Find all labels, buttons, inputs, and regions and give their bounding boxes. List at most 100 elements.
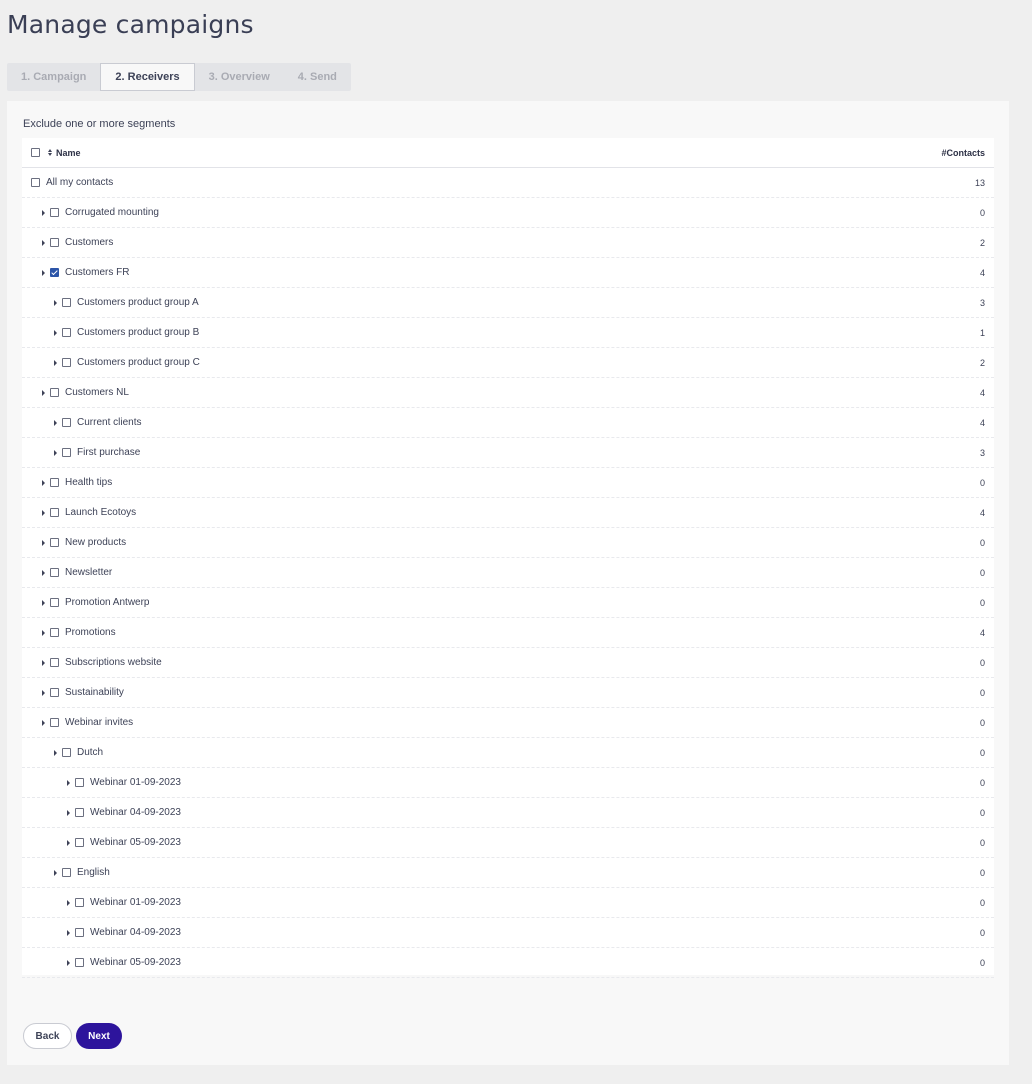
caret-right-icon[interactable] xyxy=(54,359,57,366)
caret-right-icon[interactable] xyxy=(42,269,45,276)
row-checkbox[interactable] xyxy=(50,598,59,607)
caret-right-icon[interactable] xyxy=(54,329,57,336)
caret-right-icon[interactable] xyxy=(54,419,57,426)
row-checkbox[interactable] xyxy=(75,778,84,787)
row-checkbox[interactable] xyxy=(50,688,59,697)
table-row[interactable]: Webinar 04-09-2023 0 xyxy=(22,918,994,948)
caret-right-icon[interactable] xyxy=(42,539,45,546)
table-row[interactable]: Webinar 01-09-2023 0 xyxy=(22,768,994,798)
row-checkbox[interactable] xyxy=(50,628,59,637)
table-row[interactable]: Promotions 4 xyxy=(22,618,994,648)
caret-right-icon[interactable] xyxy=(54,299,57,306)
table-row[interactable]: Dutch 0 xyxy=(22,738,994,768)
contact-count: 0 xyxy=(979,687,985,698)
contact-count: 3 xyxy=(979,447,985,458)
table-row[interactable]: All my contacts 13 xyxy=(22,168,994,198)
row-checkbox[interactable] xyxy=(50,238,59,247)
back-button[interactable]: Back xyxy=(23,1023,72,1049)
table-row[interactable]: Launch Ecotoys 4 xyxy=(22,498,994,528)
caret-right-icon[interactable] xyxy=(42,479,45,486)
row-checkbox[interactable] xyxy=(75,808,84,817)
segment-name: Webinar 01-09-2023 xyxy=(90,897,181,908)
caret-right-icon[interactable] xyxy=(42,239,45,246)
caret-right-icon[interactable] xyxy=(42,599,45,606)
caret-right-icon[interactable] xyxy=(42,629,45,636)
row-checkbox[interactable] xyxy=(62,868,71,877)
row-checkbox[interactable] xyxy=(62,448,71,457)
caret-right-icon[interactable] xyxy=(67,959,70,966)
row-checkbox[interactable] xyxy=(75,928,84,937)
row-checkbox[interactable] xyxy=(31,178,40,187)
next-button[interactable]: Next xyxy=(76,1023,122,1049)
table-row[interactable]: Promotion Antwerp 0 xyxy=(22,588,994,618)
caret-right-icon[interactable] xyxy=(54,749,57,756)
row-checkbox[interactable] xyxy=(50,388,59,397)
row-checkbox[interactable] xyxy=(62,328,71,337)
table-row[interactable]: Newsletter 0 xyxy=(22,558,994,588)
segment-name: Customers xyxy=(65,237,114,248)
caret-right-icon[interactable] xyxy=(67,809,70,816)
sort-icon[interactable] xyxy=(48,149,52,156)
row-checkbox[interactable] xyxy=(50,658,59,667)
table-row[interactable]: Corrugated mounting 0 xyxy=(22,198,994,228)
select-all-checkbox[interactable] xyxy=(31,148,40,157)
row-checkbox[interactable] xyxy=(62,748,71,757)
row-checkbox[interactable] xyxy=(62,358,71,367)
caret-right-icon[interactable] xyxy=(42,569,45,576)
column-header-name[interactable]: Name xyxy=(56,148,81,158)
caret-right-icon[interactable] xyxy=(42,389,45,396)
caret-right-icon[interactable] xyxy=(42,209,45,216)
table-row[interactable]: Customers 2 xyxy=(22,228,994,258)
table-row[interactable]: Sustainability 0 xyxy=(22,678,994,708)
step-receivers[interactable]: 2. Receivers xyxy=(100,63,195,91)
table-row[interactable]: New products 0 xyxy=(22,528,994,558)
table-row[interactable]: Current clients 4 xyxy=(22,408,994,438)
step-overview[interactable]: 3. Overview xyxy=(195,63,284,91)
step-send[interactable]: 4. Send xyxy=(284,63,351,91)
row-checkbox[interactable] xyxy=(62,298,71,307)
caret-right-icon[interactable] xyxy=(42,509,45,516)
row-checkbox[interactable] xyxy=(50,208,59,217)
caret-right-icon[interactable] xyxy=(67,779,70,786)
row-checkbox[interactable] xyxy=(75,958,84,967)
caret-right-icon[interactable] xyxy=(67,839,70,846)
row-checkbox[interactable] xyxy=(50,508,59,517)
table-row[interactable]: Customers product group C 2 xyxy=(22,348,994,378)
step-campaign[interactable]: 1. Campaign xyxy=(7,63,100,91)
row-checkbox[interactable] xyxy=(50,478,59,487)
segment-name: English xyxy=(77,867,110,878)
contact-count: 0 xyxy=(979,897,985,908)
table-row[interactable]: Webinar invites 0 xyxy=(22,708,994,738)
table-row[interactable]: Webinar 01-09-2023 0 xyxy=(22,888,994,918)
contact-count: 0 xyxy=(979,957,985,968)
table-row[interactable]: Webinar 05-09-2023 0 xyxy=(22,948,994,978)
row-checkbox[interactable] xyxy=(50,268,59,277)
table-row[interactable]: First purchase 3 xyxy=(22,438,994,468)
contact-count: 0 xyxy=(979,537,985,548)
table-row[interactable]: Webinar 04-09-2023 0 xyxy=(22,798,994,828)
table-row[interactable]: Health tips 0 xyxy=(22,468,994,498)
segment-name: Promotion Antwerp xyxy=(65,597,150,608)
table-row[interactable]: Customers FR 4 xyxy=(22,258,994,288)
row-checkbox[interactable] xyxy=(75,838,84,847)
caret-right-icon[interactable] xyxy=(67,929,70,936)
column-header-contacts[interactable]: #Contacts xyxy=(941,148,985,158)
table-row[interactable]: Subscriptions website 0 xyxy=(22,648,994,678)
row-checkbox[interactable] xyxy=(62,418,71,427)
table-row[interactable]: English 0 xyxy=(22,858,994,888)
caret-right-icon[interactable] xyxy=(67,899,70,906)
row-checkbox[interactable] xyxy=(50,538,59,547)
table-row[interactable]: Customers product group A 3 xyxy=(22,288,994,318)
table-row[interactable]: Customers NL 4 xyxy=(22,378,994,408)
caret-right-icon[interactable] xyxy=(42,659,45,666)
caret-right-icon[interactable] xyxy=(42,719,45,726)
wizard-steps: 1. Campaign 2. Receivers 3. Overview 4. … xyxy=(7,63,351,91)
row-checkbox[interactable] xyxy=(50,568,59,577)
table-row[interactable]: Customers product group B 1 xyxy=(22,318,994,348)
caret-right-icon[interactable] xyxy=(54,869,57,876)
table-row[interactable]: Webinar 05-09-2023 0 xyxy=(22,828,994,858)
row-checkbox[interactable] xyxy=(50,718,59,727)
row-checkbox[interactable] xyxy=(75,898,84,907)
caret-right-icon[interactable] xyxy=(54,449,57,456)
caret-right-icon[interactable] xyxy=(42,689,45,696)
